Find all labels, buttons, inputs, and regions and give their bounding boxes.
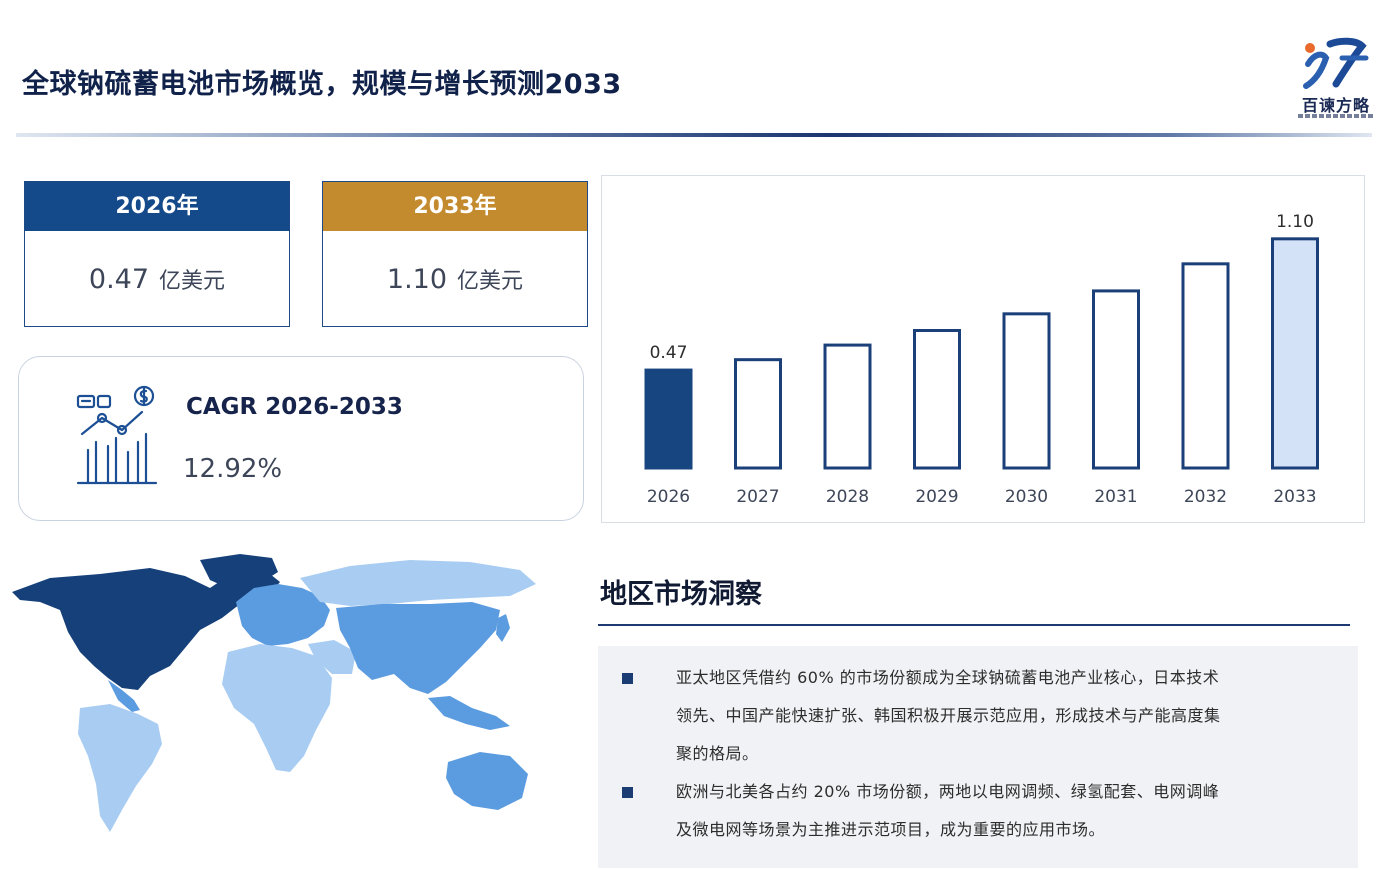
cagr-value: 12.92% (183, 454, 283, 484)
stat-unit: 亿美元 (159, 269, 226, 294)
stat-unit: 亿美元 (457, 269, 524, 294)
page-title: 全球钠硫蓄电池市场概览，规模与增长预测2033 (22, 69, 622, 100)
market-size-bar-chart: 2026 0.47 2027 2028 2029 2030 2031 2032 2033 1.10 (644, 212, 1319, 507)
data-label: 0.47 (650, 343, 688, 363)
bar-2033 (1271, 237, 1319, 470)
x-tick-label: 2029 (915, 487, 958, 507)
bar-2028 (823, 343, 872, 470)
stat-card-2026: 2026年 0.47 亿美元 (24, 181, 290, 327)
map-region-africa (222, 644, 332, 772)
map-region-australia (446, 752, 528, 810)
insight-line: 亚太地区凭借约 60% 的市场份额成为全球钠硫蓄电池产业核心，日本技术 (676, 668, 1220, 687)
region-title-divider (598, 624, 1350, 626)
stat-card-year: 2033年 (323, 182, 587, 231)
map-region-south-america (78, 704, 162, 832)
bar-2026 (644, 368, 693, 470)
bullet-icon (622, 673, 633, 684)
data-label: 1.10 (1276, 212, 1314, 232)
insight-line: 欧洲与北美各占约 20% 市场份额，两地以电网调频、绿氢配套、电网调峰 (676, 782, 1220, 801)
insight-line: 聚的格局。 (676, 744, 759, 763)
stat-card-body: 1.10 亿美元 (323, 231, 587, 327)
insight-line: 领先、中国产能快速扩张、韩国积极开展示范应用，形成技术与产能高度集 (676, 706, 1221, 725)
x-tick-label: 2033 (1273, 487, 1316, 507)
stat-card-body: 0.47 亿美元 (25, 231, 289, 327)
title-divider (16, 133, 1372, 137)
cagr-label: CAGR 2026-2033 (186, 394, 403, 420)
x-tick-label: 2027 (736, 487, 779, 507)
region-section-title: 地区市场洞察 (600, 579, 762, 610)
region-insight-box: 亚太地区凭借约 60% 的市场份额成为全球钠硫蓄电池产业核心，日本技术 领先、中… (598, 646, 1358, 868)
x-tick-label: 2028 (826, 487, 869, 507)
stat-value: 0.47 (88, 263, 150, 295)
stat-card-2033: 2033年 1.10 亿美元 (322, 181, 588, 327)
bar-2032 (1181, 262, 1230, 470)
map-region-russia (300, 560, 536, 606)
logo-text: 百谏方略 (1301, 96, 1370, 115)
bar-2030 (1002, 312, 1051, 470)
bullet-icon (622, 787, 633, 798)
map-region-asia-pacific (336, 602, 500, 694)
logo-mark-icon (1303, 37, 1369, 89)
logo-tagline-decoration (1298, 114, 1374, 118)
x-tick-label: 2031 (1094, 487, 1137, 507)
map-region-japan (496, 614, 510, 642)
bar-2029 (913, 329, 961, 470)
x-tick-label: 2032 (1184, 487, 1227, 507)
company-logo: 百谏方略 (1296, 34, 1376, 130)
growth-chart-icon (76, 385, 158, 485)
x-tick-label: 2026 (647, 487, 690, 507)
insight-line: 及微电网等场景为主推进示范项目，成为重要的应用市场。 (676, 820, 1106, 839)
bar-2031 (1092, 289, 1140, 470)
bar-2027 (734, 358, 782, 470)
map-region-southeast-asia (428, 696, 510, 730)
world-map (12, 554, 536, 832)
stat-card-year: 2026年 (25, 182, 289, 231)
x-tick-label: 2030 (1005, 487, 1048, 507)
stat-value: 1.10 (386, 263, 448, 295)
